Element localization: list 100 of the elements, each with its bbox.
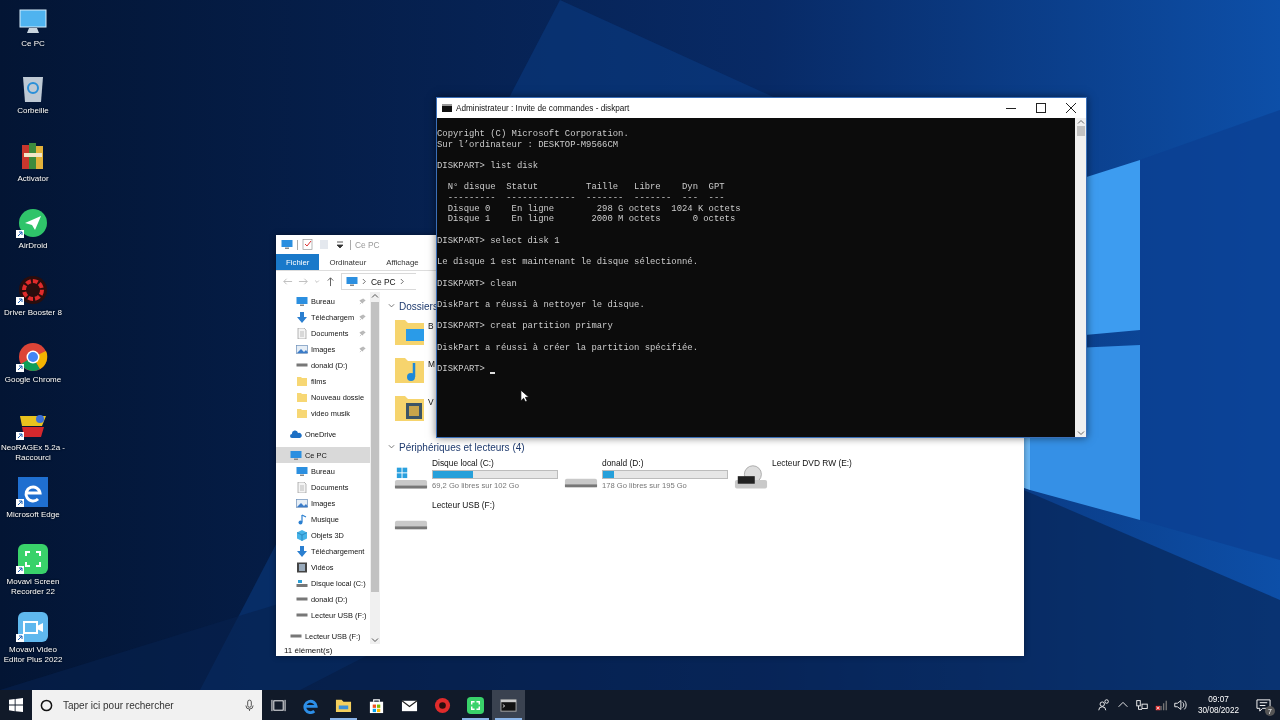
desktop-icon-label[interactable]: Activator bbox=[17, 173, 49, 184]
console-line: --------- ------------- ------- ------- --- --- bbox=[446, 193, 725, 204]
address-segment[interactable]: Ce PC bbox=[371, 276, 396, 287]
desktop-icon-label[interactable]: Google Chrome bbox=[4, 375, 62, 386]
document-icon bbox=[296, 481, 308, 493]
address-bar[interactable]: Ce PC bbox=[341, 273, 416, 290]
dropdown-icon[interactable] bbox=[334, 239, 346, 250]
console-line: N° disque Statut Taille Libre Dyn GPT bbox=[446, 182, 725, 194]
notification-icon bbox=[1255, 697, 1271, 713]
console-line: DISKPART> select disk 1 bbox=[437, 235, 560, 247]
console-line: Copyright (C) Microsoft Corporation. bbox=[437, 129, 629, 140]
group-header[interactable]: Périphériques et lecteurs (4) bbox=[399, 441, 525, 453]
wifi-off-icon[interactable] bbox=[1154, 698, 1168, 712]
desktop-icon-label[interactable]: Driver Booster 8 bbox=[4, 308, 62, 319]
drive-icon bbox=[290, 634, 302, 638]
terminal-icon bbox=[442, 104, 452, 112]
folder-label[interactable]: B bbox=[428, 321, 434, 331]
chevron-icon[interactable] bbox=[388, 444, 395, 450]
books-icon bbox=[20, 140, 46, 171]
screen-capture-icon bbox=[18, 544, 48, 575]
down-arrow-icon bbox=[296, 311, 308, 323]
chevron-icon bbox=[399, 278, 405, 285]
monitor-icon bbox=[18, 8, 48, 36]
console-prompt: DISKPART> bbox=[437, 364, 485, 375]
monitor-icon bbox=[296, 295, 308, 307]
music-note-icon bbox=[296, 513, 308, 525]
folder-label[interactable]: V bbox=[428, 397, 434, 407]
desktop-icon-label[interactable]: Movavi Video Editor Plus 2022 bbox=[0, 644, 66, 665]
console-line: Disque 1 En ligne 2000 M octets 0 octets bbox=[446, 214, 736, 226]
monitor-icon bbox=[290, 449, 302, 461]
scroll-thumb[interactable] bbox=[371, 302, 379, 592]
gear-icon bbox=[434, 696, 451, 714]
screen-capture-icon bbox=[467, 696, 484, 714]
scroll-thumb[interactable] bbox=[1076, 126, 1085, 136]
console-line: DISKPART> clean bbox=[437, 278, 517, 290]
desktop-icon-label[interactable]: NeoRAGEx 5.2a - Raccourci bbox=[0, 442, 66, 463]
clock[interactable]: 09:07 30/08/2022 bbox=[1192, 694, 1245, 716]
console-line: DISKPART> list disk bbox=[437, 161, 539, 172]
mouse-pointer-icon bbox=[520, 389, 529, 403]
desktop-icon-label[interactable]: Microsoft Edge bbox=[6, 510, 60, 521]
down-arrow-icon bbox=[296, 545, 308, 557]
window-title: Ce PC bbox=[355, 239, 380, 250]
search-box[interactable]: Taper ici pour rechercher bbox=[32, 690, 262, 720]
windows-logo-icon bbox=[9, 698, 23, 712]
folder-label[interactable]: M bbox=[428, 359, 435, 369]
scroll-up-icon[interactable] bbox=[371, 292, 379, 300]
task-view-icon bbox=[270, 697, 286, 713]
console-line: Disque 0 En ligne 298 G octets 1024 K octets bbox=[446, 203, 741, 214]
maximize-icon bbox=[1036, 103, 1046, 113]
scrollbar[interactable] bbox=[370, 292, 380, 644]
taskbar-app-button[interactable] bbox=[492, 690, 525, 720]
cloud-icon bbox=[290, 428, 302, 440]
paper-plane-icon bbox=[18, 207, 48, 238]
chevron-icon bbox=[362, 278, 367, 285]
console-line: DiskPart a réussi à nettoyer le disque. bbox=[437, 299, 645, 311]
drive-icon bbox=[394, 520, 428, 530]
window-title: Administrateur : Invite de commandes - diskpart bbox=[456, 103, 630, 113]
group-header[interactable]: Dossiers bbox=[399, 300, 438, 312]
up-arrow-icon[interactable] bbox=[325, 276, 336, 287]
shopping-bag-icon bbox=[368, 696, 385, 714]
text-cursor bbox=[489, 371, 495, 374]
cube-icon bbox=[296, 529, 308, 541]
monitor-icon bbox=[296, 465, 308, 477]
drive-icon bbox=[564, 478, 598, 488]
monitor-icon bbox=[346, 276, 358, 287]
network-device-icon[interactable] bbox=[1135, 698, 1149, 712]
console-line: Sur l’ordinateur : DESKTOP-M9566CM bbox=[437, 139, 619, 151]
drive-name: Disque local (C:) bbox=[432, 458, 495, 468]
close-icon bbox=[1066, 103, 1076, 113]
edge-icon bbox=[18, 477, 48, 508]
drive-icon bbox=[296, 363, 308, 367]
desktop-icon-label[interactable]: AirDroid bbox=[18, 240, 48, 251]
chevron-icon[interactable] bbox=[388, 303, 395, 309]
film-icon bbox=[296, 561, 308, 573]
drive-icon bbox=[296, 597, 308, 601]
image-icon bbox=[296, 343, 308, 355]
monitor-icon bbox=[281, 239, 293, 250]
scroll-down-icon[interactable] bbox=[371, 636, 379, 644]
search-field[interactable]: Taper ici pour rechercher bbox=[61, 698, 237, 712]
status-text: 11 élément(s) bbox=[284, 645, 333, 655]
drive-tile[interactable]: Lecteur USB (F:) bbox=[394, 500, 564, 538]
console-line: DISKPART> creat partition primary bbox=[437, 321, 613, 332]
speaker-icon[interactable] bbox=[1173, 698, 1187, 712]
checklist-icon bbox=[302, 239, 314, 250]
desktop-icon-label[interactable]: Ce PC bbox=[21, 39, 45, 49]
desktop-icon-label[interactable]: Movavi Screen Recorder 22 bbox=[0, 577, 66, 598]
scrollbar[interactable] bbox=[1075, 118, 1086, 437]
drive-name: donald (D:) bbox=[602, 458, 645, 468]
people-icon[interactable] bbox=[1097, 698, 1111, 712]
drive-name: Lecteur DVD RW (E:) bbox=[772, 458, 853, 468]
console-line: DiskPart a réussi à créer la partition spécifiée. bbox=[437, 342, 698, 354]
console-line: Le disque 1 est maintenant le disque sélectionné. bbox=[437, 257, 698, 268]
drive-tile[interactable]: Lecteur DVD RW (E:) bbox=[734, 458, 904, 496]
minimize-icon bbox=[1006, 107, 1016, 109]
drive-name: Lecteur USB (F:) bbox=[432, 500, 496, 510]
microphone-icon[interactable] bbox=[245, 698, 254, 712]
chrome-icon bbox=[18, 342, 48, 373]
document-icon bbox=[296, 327, 308, 339]
search-icon bbox=[40, 698, 53, 712]
desktop-icon-label[interactable]: Corbeille bbox=[17, 106, 49, 117]
